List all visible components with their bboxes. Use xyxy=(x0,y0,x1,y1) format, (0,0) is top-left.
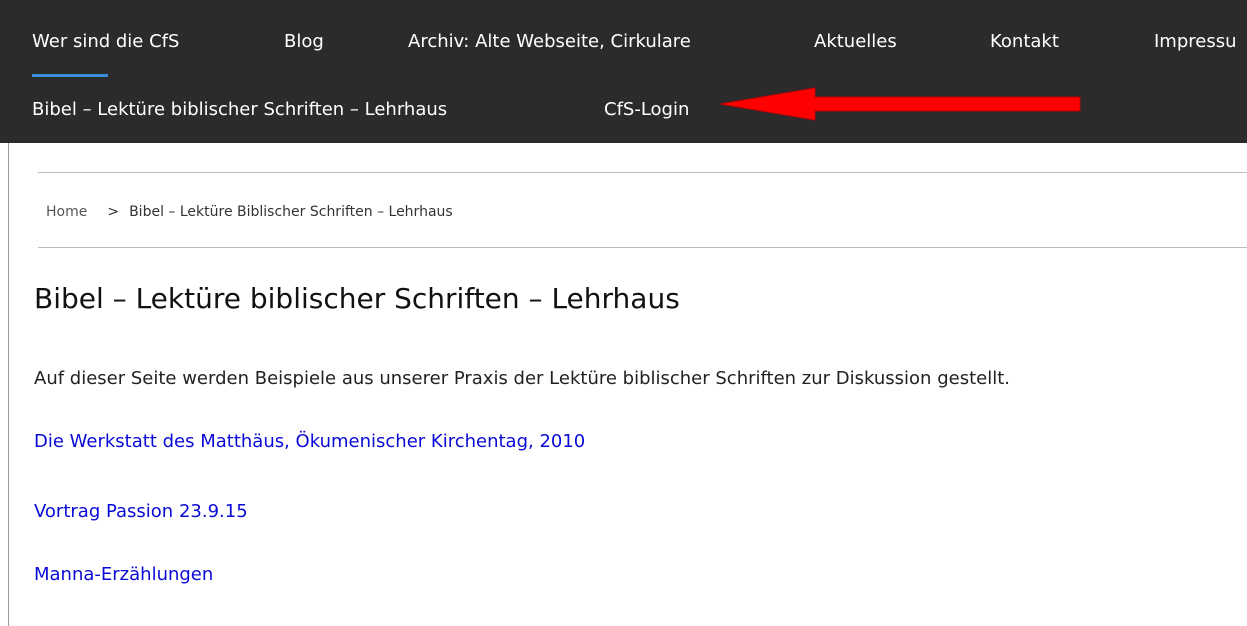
nav-item-archiv[interactable]: Archiv: Alte Webseite, Cirkulare xyxy=(408,30,691,54)
nav-item-impressum[interactable]: Impressu xyxy=(1154,30,1237,54)
link-werkstatt-des-matthaeus[interactable]: Die Werkstatt des Matthäus, Ökumenischer… xyxy=(34,430,585,454)
nav-item-blog[interactable]: Blog xyxy=(284,30,324,54)
nav-item-aktuelles[interactable]: Aktuelles xyxy=(814,30,897,54)
intro-text: Auf dieser Seite werden Beispiele aus un… xyxy=(34,368,1010,389)
red-arrow-icon xyxy=(720,87,1081,121)
nav-item-bibel[interactable]: Bibel – Lektüre biblischer Schriften – L… xyxy=(32,98,447,122)
breadcrumb: Home > Bibel – Lektüre Biblischer Schrifte… xyxy=(46,202,453,222)
nav-active-indicator xyxy=(32,74,108,77)
page-title: Bibel – Lektüre biblischer Schriften – L… xyxy=(34,282,680,315)
breadcrumb-bottom-divider xyxy=(38,247,1247,248)
breadcrumb-top-divider xyxy=(38,172,1247,173)
nav-item-kontakt[interactable]: Kontakt xyxy=(990,30,1059,54)
top-navigation: Wer sind die CfS Blog Archiv: Alte Webse… xyxy=(0,0,1247,143)
link-manna-erzaehlungen[interactable]: Manna-Erzählungen xyxy=(34,563,213,587)
nav-item-cfs-login[interactable]: CfS-Login xyxy=(604,98,689,122)
breadcrumb-separator: > xyxy=(107,204,120,220)
breadcrumb-current: Bibel – Lektüre Biblischer Schriften – L… xyxy=(129,204,453,220)
nav-item-wer-sind-die-cfs[interactable]: Wer sind die CfS xyxy=(32,30,179,54)
breadcrumb-home-link[interactable]: Home xyxy=(46,204,87,220)
content-left-border xyxy=(8,143,9,626)
link-vortrag-passion[interactable]: Vortrag Passion 23.9.15 xyxy=(34,500,248,524)
